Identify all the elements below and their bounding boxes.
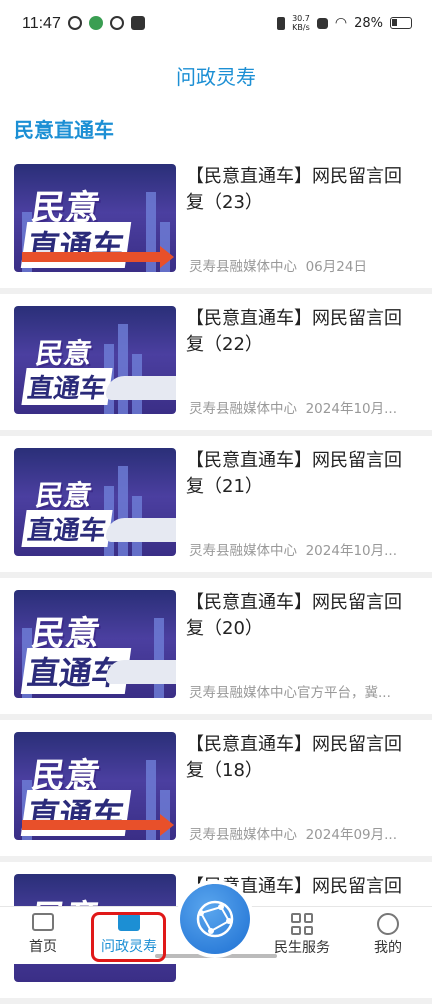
list-item[interactable]: 民意 直通车 【民意直通车】网民留言回复（21） 灵寿县融媒体中心 2024年1… xyxy=(0,436,432,578)
article-title: 【民意直通车】网民留言回复（23） xyxy=(186,164,414,216)
article-list: 民意 直通车 【民意直通车】网民留言回复（23） 灵寿县融媒体中心 06月24日… xyxy=(0,152,432,1004)
message-icon xyxy=(131,16,145,30)
battery-icon xyxy=(390,17,412,29)
article-meta: 灵寿县融媒体中心官方平台，冀... xyxy=(189,681,417,701)
article-thumbnail: 民意 直通车 xyxy=(14,590,176,698)
article-meta: 灵寿县融媒体中心 2024年10月... xyxy=(189,539,417,559)
header: 问政灵寿 xyxy=(0,52,432,100)
selection-highlight xyxy=(91,912,166,962)
article-thumbnail: 民意 直通车 xyxy=(14,732,176,840)
article-title: 【民意直通车】网民留言回复（22） xyxy=(186,306,414,358)
wifi-icon: ◠ xyxy=(335,15,347,31)
article-meta: 灵寿县融媒体中心 2024年09月... xyxy=(189,823,417,843)
battery-percent: 28% xyxy=(354,16,383,31)
nav-home[interactable]: 首页 xyxy=(3,913,83,956)
status-time: 11:47 xyxy=(22,15,61,33)
nav-minsheng-label: 民生服务 xyxy=(274,940,330,956)
network-speed: 30.7KB/s xyxy=(292,14,310,32)
notification-icon xyxy=(110,16,124,30)
notification-icons xyxy=(68,16,145,30)
section-title: 民意直通车 xyxy=(0,100,432,152)
vibrate-icon xyxy=(277,17,285,30)
user-icon xyxy=(377,913,399,935)
article-title: 【民意直通车】网民留言回复（20） xyxy=(186,590,414,642)
gesture-bar xyxy=(155,954,277,958)
home-icon xyxy=(32,913,54,931)
article-thumbnail: 民意 直通车 xyxy=(14,306,176,414)
list-item[interactable]: 民意 直通车 【民意直通车】网民留言回复（18） 灵寿县融媒体中心 2024年0… xyxy=(0,720,432,862)
status-right: 30.7KB/s ◠ 28% xyxy=(277,14,412,32)
list-item[interactable]: 民意 直通车 【民意直通车】网民留言回复（20） 灵寿县融媒体中心官方平台，冀.… xyxy=(0,578,432,720)
network-icon xyxy=(195,899,235,939)
article-title: 【民意直通车】网民留言回复（18） xyxy=(186,732,414,784)
article-meta: 灵寿县融媒体中心 2024年10月... xyxy=(189,397,417,417)
article-thumbnail: 民意 直通车 xyxy=(14,448,176,556)
notification-icon xyxy=(68,16,82,30)
grid-icon xyxy=(291,913,313,935)
nav-mine-label: 我的 xyxy=(374,940,402,956)
nav-home-label: 首页 xyxy=(29,939,57,955)
nav-mine[interactable]: 我的 xyxy=(348,913,428,957)
app-notification-icon xyxy=(89,16,103,30)
article-meta: 灵寿县融媒体中心 06月24日 xyxy=(189,255,417,275)
status-bar: 11:47 30.7KB/s ◠ 28% xyxy=(0,0,432,52)
list-item[interactable]: 民意 直通车 【民意直通车】网民留言回复（22） 灵寿县融媒体中心 2024年1… xyxy=(0,294,432,436)
center-action-button[interactable] xyxy=(180,884,250,954)
page-title: 问政灵寿 xyxy=(0,61,432,90)
article-title: 【民意直通车】网民留言回复（21） xyxy=(186,448,414,500)
list-item[interactable]: 民意 直通车 【民意直通车】网民留言回复（23） 灵寿县融媒体中心 06月24日 xyxy=(0,152,432,294)
nav-minsheng[interactable]: 民生服务 xyxy=(262,913,342,957)
sim-icon xyxy=(317,18,328,29)
article-thumbnail: 民意 直通车 xyxy=(14,164,176,272)
